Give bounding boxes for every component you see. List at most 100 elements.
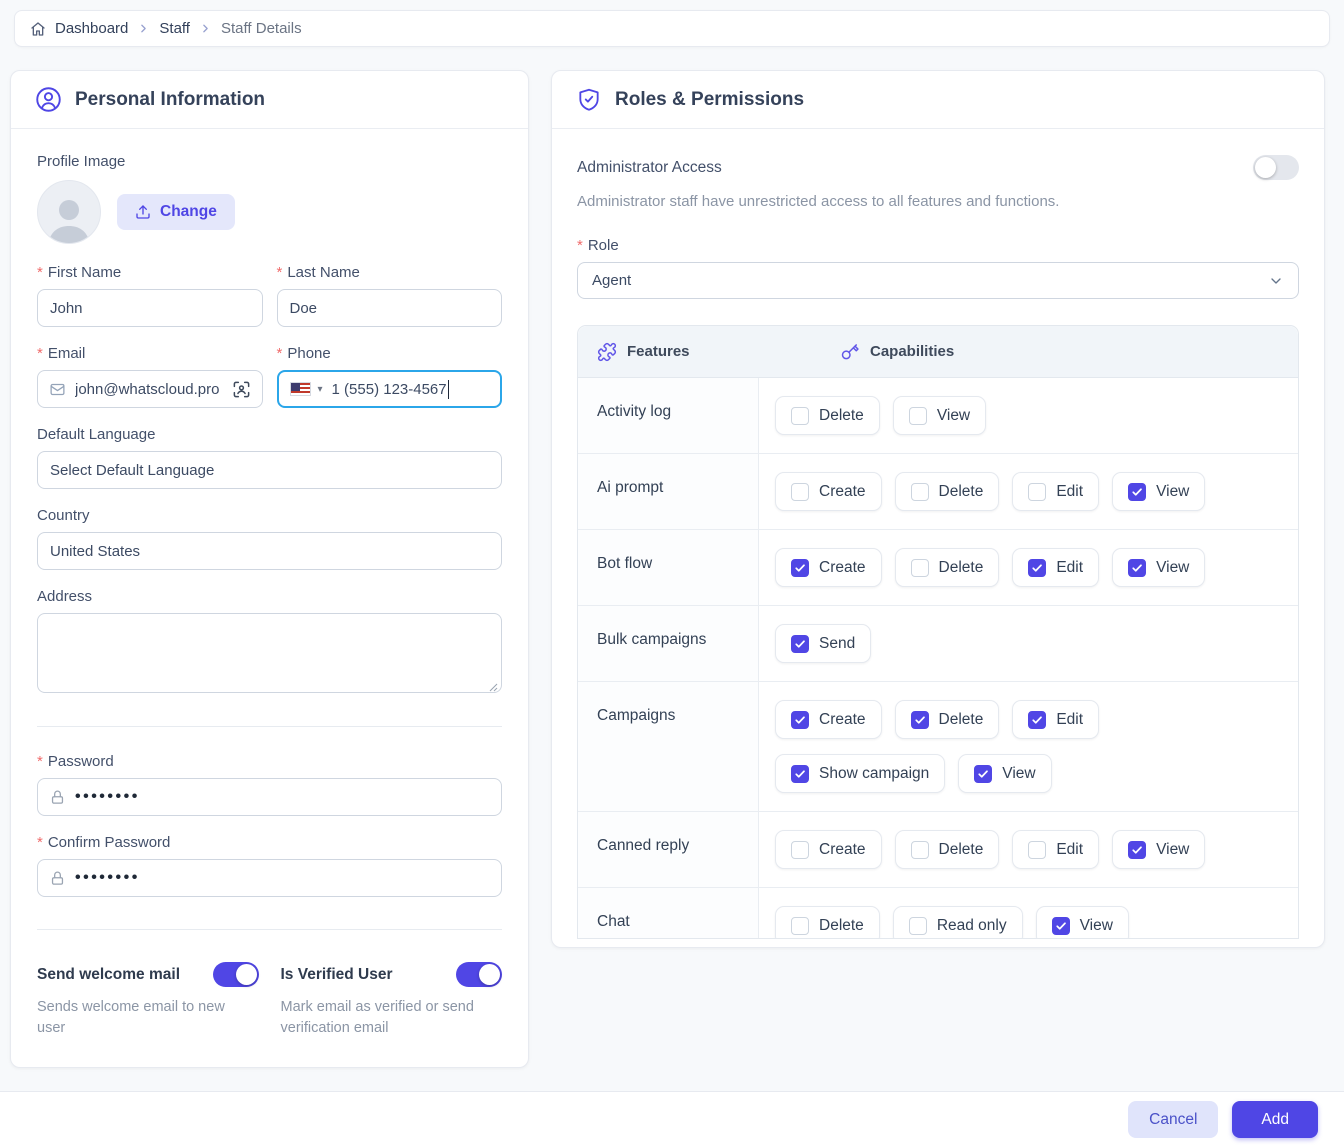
default-language-select[interactable] [37,451,502,489]
mail-icon [49,381,66,398]
capability-checkbox[interactable]: Delete [894,548,1000,587]
capabilities-cell: Create Delete Edit View [759,812,1298,887]
email-field[interactable]: john@whatscloud.pro [37,370,263,408]
capability-checkbox[interactable]: Edit [1012,548,1100,587]
capability-label: Delete [938,710,984,728]
capability-checkbox[interactable]: Create [775,830,882,869]
capability-checkbox[interactable]: View [958,754,1052,793]
capability-checkbox[interactable]: View [1112,830,1206,869]
capability-label: Create [819,710,866,728]
checkbox-checked-icon [1028,558,1047,577]
capability-checkbox[interactable]: Show campaign [775,754,946,793]
capability-checkbox[interactable]: Delete [894,700,1000,739]
puzzle-icon [597,342,617,362]
capability-checkbox[interactable]: Create [775,548,882,587]
capability-label: Delete [819,916,864,934]
table-row: Chat Delete Read only View [578,888,1298,938]
capability-checkbox[interactable]: Delete [894,472,1000,511]
home-icon[interactable] [30,21,46,37]
table-row: Canned reply Create Delete Edit View [578,812,1298,888]
checkbox-unchecked-icon [910,558,929,577]
capabilities-cell: Delete Read only View [759,888,1298,938]
scan-face-icon[interactable] [232,380,251,399]
permissions-rows: Activity log Delete View Ai prompt Create Del… [578,378,1298,938]
capability-label: View [936,406,971,424]
lock-icon [49,870,66,887]
cancel-button[interactable]: Cancel [1128,1101,1219,1138]
role-value: Agent [592,272,632,289]
last-name-label: Last Name [287,264,360,281]
add-button[interactable]: Add [1232,1101,1318,1138]
capability-checkbox[interactable]: View [892,396,987,435]
checkbox-checked-icon [1051,916,1070,935]
last-name-input[interactable] [276,289,502,327]
capability-checkbox[interactable]: Create [775,472,882,511]
feature-label: Campaigns [578,682,759,811]
capability-checkbox[interactable]: Send [775,624,872,663]
capabilities-cell: Send [759,606,1298,681]
feature-label: Bulk campaigns [578,606,759,681]
capability-checkbox[interactable]: View [1035,906,1129,938]
change-button-label: Change [160,203,217,220]
roles-permissions-card: Roles & Permissions Administrator Access… [551,70,1325,948]
email-value: john@whatscloud.pro [75,380,220,398]
capability-label: Delete [938,558,984,576]
checkbox-checked-icon [910,710,929,729]
change-profile-image-button[interactable]: Change [117,194,235,230]
checkbox-unchecked-icon [791,916,809,935]
checkbox-unchecked-icon [1028,840,1047,859]
administrator-access-label: Administrator Access [577,158,722,176]
first-name-input[interactable] [37,289,263,327]
table-row: Ai prompt Create Delete Edit View [578,454,1298,530]
capability-checkbox[interactable]: Delete [775,396,880,435]
send-welcome-mail-toggle[interactable] [212,962,259,987]
us-flag-icon[interactable] [289,382,311,396]
is-verified-user-toggle[interactable] [456,962,502,987]
phone-field[interactable]: ▾ 1 (555) 123-4567 [276,370,502,408]
table-row: Activity log Delete View [578,378,1298,454]
phone-label: Phone [287,345,331,362]
confirm-password-label: Confirm Password [47,834,171,851]
capability-checkbox[interactable]: Edit [1012,700,1100,739]
capability-checkbox[interactable]: View [1112,548,1206,587]
capability-checkbox[interactable]: View [1112,472,1206,511]
flag-caret-icon[interactable]: ▾ [318,384,323,395]
address-label: Address [37,588,93,605]
capability-checkbox[interactable]: Read only [892,906,1023,938]
role-select[interactable]: Agent [577,262,1299,299]
capability-checkbox[interactable]: Delete [775,906,880,938]
capabilities-cell: Create Delete Edit View [759,530,1298,605]
checkbox-checked-icon [791,634,809,653]
capability-checkbox[interactable]: Edit [1012,472,1100,511]
capability-checkbox[interactable]: Create [775,700,882,739]
checkbox-checked-icon [1128,558,1147,577]
chevron-right-icon [199,22,212,35]
table-row: Campaigns Create Delete Edit Show campaign Vi… [578,682,1298,812]
password-field[interactable]: •••••••• [37,778,502,816]
default-language-label: Default Language [37,426,156,443]
resize-grip-icon[interactable] [489,683,498,692]
footer-bar: Cancel Add [0,1091,1344,1147]
feature-label: Ai prompt [578,454,759,529]
checkbox-unchecked-icon [908,406,927,425]
checkbox-checked-icon [791,764,809,783]
capability-checkbox[interactable]: Delete [894,830,1000,869]
address-textarea[interactable] [37,613,502,693]
capability-checkbox[interactable]: Edit [1012,830,1100,869]
administrator-access-toggle[interactable] [1253,155,1299,180]
checkbox-unchecked-icon [908,916,927,935]
confirm-password-value: •••••••• [75,869,140,886]
required-marker: * [276,345,283,362]
breadcrumb: Dashboard Staff Staff Details [14,10,1330,47]
capability-label: View [1156,558,1190,576]
phone-value: 1 (555) 123-4567 [331,380,447,398]
breadcrumb-item-dashboard[interactable]: Dashboard [55,20,128,37]
confirm-password-field[interactable]: •••••••• [37,859,502,897]
capability-label: Edit [1056,482,1084,500]
breadcrumb-item-staff[interactable]: Staff [159,20,190,37]
shield-check-icon [576,87,602,113]
feature-label: Activity log [578,378,759,453]
send-welcome-mail-hint: Sends welcome email to new user [37,999,225,1037]
country-select[interactable] [37,532,502,570]
required-marker: * [37,345,43,362]
